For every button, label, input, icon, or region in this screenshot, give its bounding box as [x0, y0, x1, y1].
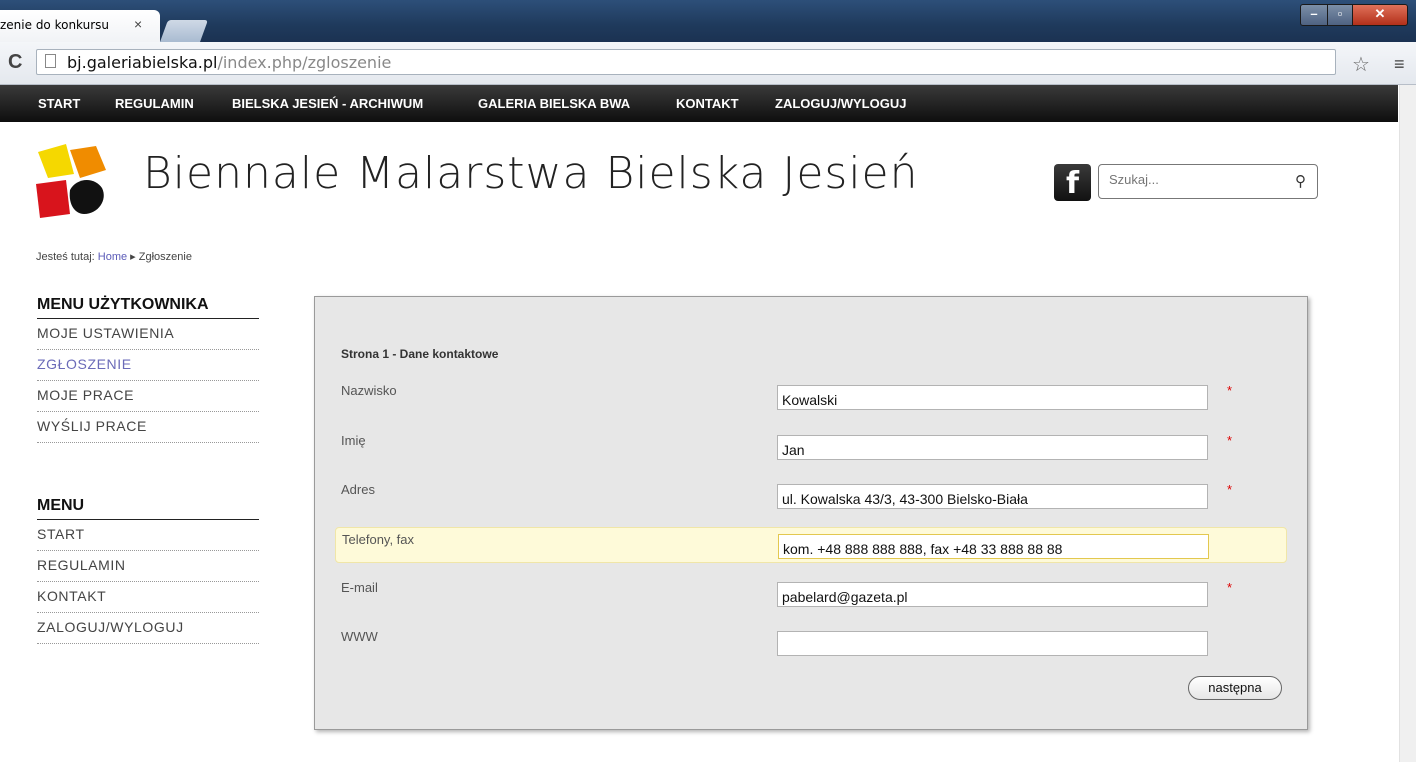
user-menu-item-wyslij[interactable]: WYŚLIJ PRACE: [37, 412, 259, 443]
field-label: Imię: [341, 433, 366, 448]
nav-regulamin[interactable]: REGULAMIN: [115, 96, 194, 111]
form-row-www: WWW: [335, 625, 1287, 661]
form-row-nazwisko: Nazwisko *: [335, 379, 1287, 415]
breadcrumb: Jesteś tutaj: Home ▸ Zgłoszenie: [36, 250, 192, 263]
url-path: /index.php/zgloszenie: [217, 53, 392, 72]
logo-yellow-shape: [38, 144, 74, 178]
email-field[interactable]: [777, 582, 1208, 607]
main-menu: MENU START REGULAMIN KONTAKT ZALOGUJ/WYL…: [37, 497, 259, 644]
tab-title: zenie do konkursu: [0, 18, 110, 32]
logo-red-shape: [36, 180, 70, 218]
breadcrumb-separator-icon: ▸: [130, 251, 136, 263]
tab-close-icon[interactable]: ×: [134, 16, 142, 32]
nav-kontakt[interactable]: KONTAKT: [676, 96, 739, 111]
search-input[interactable]: [1107, 171, 1291, 188]
field-label: Adres: [341, 482, 375, 497]
next-button[interactable]: następna: [1188, 676, 1282, 700]
main-menu-item-start[interactable]: START: [37, 520, 259, 551]
maximize-icon: ▫: [1337, 6, 1343, 21]
imie-field[interactable]: [777, 435, 1208, 460]
browser-toolbar: C bj.galeriabielska.pl/index.php/zglosze…: [0, 42, 1416, 85]
www-field[interactable]: [777, 631, 1208, 656]
user-menu: MENU UŻYTKOWNIKA MOJE USTAWIENIA ZGŁOSZE…: [37, 296, 259, 443]
logo-black-shape: [69, 179, 104, 214]
browser-titlebar: zenie do konkursu × – ▫ ✕: [0, 0, 1416, 42]
form-page-title: Strona 1 - Dane kontaktowe: [341, 347, 499, 361]
minimize-button[interactable]: –: [1300, 4, 1328, 26]
required-mark: *: [1227, 482, 1233, 497]
nazwisko-field[interactable]: [777, 385, 1208, 410]
field-label: Nazwisko: [341, 383, 397, 398]
search-box[interactable]: ⚲: [1098, 164, 1318, 199]
user-menu-item-prace[interactable]: MOJE PRACE: [37, 381, 259, 412]
field-label: WWW: [341, 629, 378, 644]
user-menu-item-zgloszenie[interactable]: ZGŁOSZENIE: [37, 350, 259, 381]
nav-archiwum[interactable]: BIELSKA JESIEŃ - ARCHIWUM: [232, 96, 423, 111]
page-scrollbar[interactable]: [1399, 85, 1416, 762]
breadcrumb-prefix: Jesteś tutaj:: [36, 251, 95, 263]
browser-menu-icon[interactable]: ≡: [1394, 54, 1405, 75]
main-menu-item-kontakt[interactable]: KONTAKT: [37, 582, 259, 613]
adres-field[interactable]: [777, 484, 1208, 509]
nav-galeria[interactable]: GALERIA BIELSKA BWA: [478, 96, 630, 111]
site-title: Biennale Malarstwa Bielska Jesień: [143, 148, 919, 199]
maximize-button[interactable]: ▫: [1327, 4, 1353, 26]
breadcrumb-home[interactable]: Home: [98, 251, 127, 263]
form-row-imie: Imię *: [335, 429, 1287, 465]
form-row-adres: Adres *: [335, 478, 1287, 514]
required-mark: *: [1227, 433, 1233, 448]
new-tab-button[interactable]: [159, 20, 209, 42]
user-menu-title: MENU UŻYTKOWNIKA: [37, 296, 259, 319]
site-top-nav: START REGULAMIN BIELSKA JESIEŃ - ARCHIWU…: [0, 85, 1398, 122]
window-close-icon: ✕: [1374, 6, 1386, 21]
page-icon: [45, 54, 56, 68]
main-menu-title: MENU: [37, 497, 259, 520]
main-menu-item-zaloguj[interactable]: ZALOGUJ/WYLOGUJ: [37, 613, 259, 644]
form-row-email: E-mail *: [335, 576, 1287, 612]
reload-icon[interactable]: C: [8, 51, 22, 74]
window-close-button[interactable]: ✕: [1352, 4, 1408, 26]
registration-form: Strona 1 - Dane kontaktowe Nazwisko * Im…: [314, 296, 1308, 730]
nav-start[interactable]: START: [38, 96, 80, 111]
bookmark-star-icon[interactable]: ☆: [1352, 52, 1370, 77]
required-mark: *: [1227, 580, 1233, 595]
logo-orange-shape: [70, 146, 106, 178]
url-host: bj.galeriabielska.pl: [67, 53, 218, 72]
breadcrumb-current: Zgłoszenie: [138, 251, 192, 263]
required-mark: *: [1227, 383, 1233, 398]
main-menu-item-regulamin[interactable]: REGULAMIN: [37, 551, 259, 582]
field-label: E-mail: [341, 580, 378, 595]
url-text[interactable]: bj.galeriabielska.pl/index.php/zgloszeni…: [67, 53, 391, 72]
telefony-field[interactable]: [778, 534, 1209, 559]
minimize-icon: –: [1310, 6, 1318, 21]
field-label: Telefony, fax: [342, 532, 415, 547]
site-logo[interactable]: [36, 144, 108, 218]
address-bar[interactable]: bj.galeriabielska.pl/index.php/zgloszeni…: [36, 49, 1336, 75]
browser-tab[interactable]: zenie do konkursu ×: [0, 10, 160, 42]
form-row-telefony: Telefony, fax: [335, 527, 1287, 563]
search-icon[interactable]: ⚲: [1295, 172, 1306, 190]
user-menu-item-ustawienia[interactable]: MOJE USTAWIENIA: [37, 319, 259, 350]
nav-zaloguj[interactable]: ZALOGUJ/WYLOGUJ: [775, 96, 906, 111]
facebook-icon[interactable]: f: [1054, 164, 1091, 201]
